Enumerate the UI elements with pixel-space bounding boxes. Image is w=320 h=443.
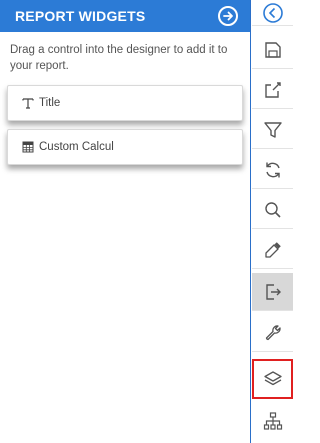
toolbar-filter-button[interactable] bbox=[252, 111, 293, 149]
eyedropper-icon bbox=[263, 240, 283, 260]
toolbar-save-button[interactable] bbox=[252, 31, 293, 69]
filter-icon bbox=[263, 120, 283, 140]
search-icon bbox=[263, 200, 283, 220]
layers-icon bbox=[263, 369, 283, 389]
export-icon bbox=[263, 80, 283, 100]
text-type-icon bbox=[22, 97, 34, 109]
panel-hint: Drag a control into the designer to add … bbox=[10, 44, 228, 72]
back-icon bbox=[262, 2, 284, 24]
arrow-right-circle-icon[interactable] bbox=[218, 6, 238, 26]
refresh-icon bbox=[263, 160, 283, 180]
save-icon bbox=[263, 40, 283, 60]
widget-custom-calc[interactable]: Custom Calcul bbox=[7, 129, 243, 165]
toolbar-back-button[interactable] bbox=[252, 0, 293, 26]
toolbar-settings-button[interactable] bbox=[252, 314, 293, 352]
toolbar-eyedropper-button[interactable] bbox=[252, 231, 293, 269]
toolbar-search-button[interactable] bbox=[252, 191, 293, 229]
right-toolbar bbox=[252, 0, 293, 443]
sign-out-icon bbox=[263, 282, 283, 302]
calculator-icon bbox=[22, 141, 34, 153]
report-widgets-panel: REPORT WIDGETS Drag a control into the d… bbox=[0, 0, 251, 443]
toolbar-refresh-button[interactable] bbox=[252, 151, 293, 189]
widget-label: Title bbox=[39, 97, 61, 109]
toolbar-hierarchy-button[interactable] bbox=[252, 402, 293, 440]
panel-header: REPORT WIDGETS bbox=[0, 0, 250, 32]
widget-title[interactable]: Title bbox=[7, 85, 243, 121]
widget-label: Custom Calcul bbox=[39, 141, 114, 153]
toolbar-export-button[interactable] bbox=[252, 71, 293, 109]
wrench-icon bbox=[263, 323, 283, 343]
toolbar-signout-button[interactable] bbox=[252, 273, 293, 311]
toolbar-layers-button[interactable] bbox=[252, 359, 293, 399]
hierarchy-icon bbox=[263, 411, 283, 431]
panel-title: REPORT WIDGETS bbox=[15, 8, 146, 24]
